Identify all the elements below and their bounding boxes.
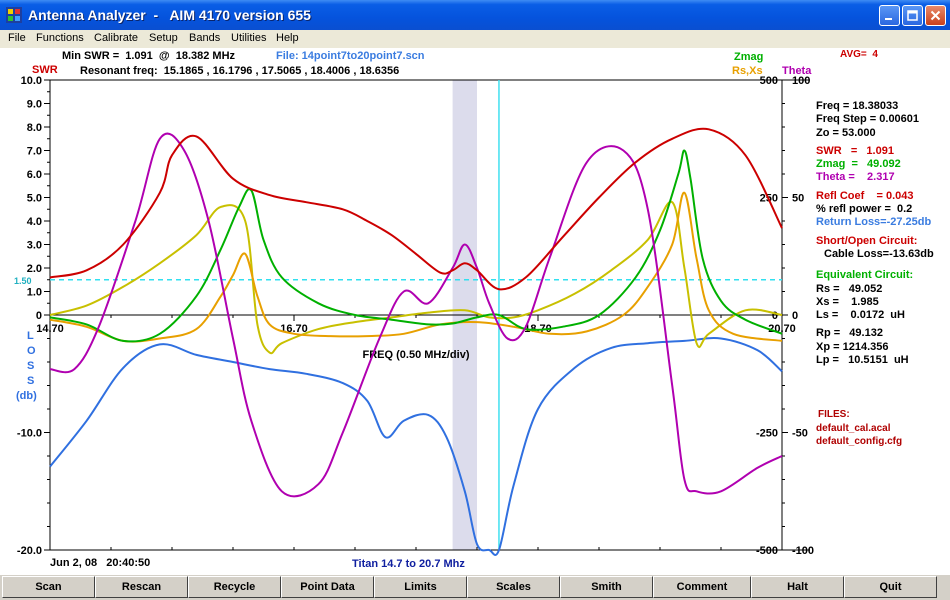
close-button[interactable] xyxy=(925,5,946,26)
point-data-button[interactable]: Point Data xyxy=(281,576,374,598)
scan-button[interactable]: Scan xyxy=(2,576,95,598)
limits-button[interactable]: Limits xyxy=(374,576,467,598)
menu-file[interactable]: File xyxy=(8,32,26,44)
menu-functions[interactable]: Functions xyxy=(36,32,84,44)
quit-button[interactable]: Quit xyxy=(844,576,937,598)
loss-tick-label: -10.0 xyxy=(17,428,42,440)
loss-axis-letter: O xyxy=(27,345,36,357)
menu-bar: File Functions Calibrate Setup Bands Uti… xyxy=(0,30,950,48)
window-title: Antenna Analyzer - AIM 4170 version 655 xyxy=(28,7,311,23)
freq-div-label: FREQ (0.50 MHz/div) xyxy=(363,349,470,361)
return-loss-curve xyxy=(49,337,783,557)
theta-tick-label: 100 xyxy=(792,75,810,87)
loss-tick-label: -20.0 xyxy=(17,545,42,557)
swr-tick-label: 9.0 xyxy=(27,99,42,111)
swr-tick-label: 1.0 xyxy=(27,287,42,299)
rescan-button[interactable]: Rescan xyxy=(95,576,188,598)
analyzer-chart[interactable]: 10.0 9.0 8.0 7.0 6.0 5.0 4.0 3.0 2.0 1.0 0 -10.0 -20… xyxy=(0,48,950,575)
swr-tick-label: 3.0 xyxy=(27,240,42,252)
swr-tick-label: 0 xyxy=(36,310,42,322)
swr-tick-label: 6.0 xyxy=(27,169,42,181)
swr-tick-label: 10.0 xyxy=(21,75,42,87)
theta-tick-label: -50 xyxy=(792,428,808,440)
swr-tick-label: 4.0 xyxy=(27,216,42,228)
menu-setup[interactable]: Setup xyxy=(149,32,178,44)
theta-tick-label: 0 xyxy=(792,310,798,322)
comment-button[interactable]: Comment xyxy=(653,576,751,598)
plot-area: Min SWR = 1.091 @ 18.382 MHz File: 14poi… xyxy=(0,48,950,575)
theta-tick-label: -100 xyxy=(792,545,814,557)
smith-button[interactable]: Smith xyxy=(560,576,653,598)
loss-axis-letter: L xyxy=(27,330,34,342)
swr-tick-label: 5.0 xyxy=(27,193,42,205)
loss-axis-letter: S xyxy=(27,360,34,372)
swr-tick-label: 7.0 xyxy=(27,146,42,158)
button-bar: Scan Rescan Recycle Point Data Limits Sc… xyxy=(0,575,950,600)
maximize-icon xyxy=(907,10,918,21)
swr-tick-label: 8.0 xyxy=(27,122,42,134)
close-icon xyxy=(930,10,941,21)
recycle-button[interactable]: Recycle xyxy=(188,576,281,598)
scales-button[interactable]: Scales xyxy=(467,576,560,598)
window-titlebar[interactable]: Antenna Analyzer - AIM 4170 version 655 xyxy=(0,0,950,30)
z-tick-label: -250 xyxy=(756,428,778,440)
loss-axis-letter: S xyxy=(27,375,34,387)
z-tick-label: 500 xyxy=(760,75,778,87)
theta-tick-label: 50 xyxy=(792,193,804,205)
z-tick-label: -500 xyxy=(756,545,778,557)
menu-bands[interactable]: Bands xyxy=(189,32,220,44)
halt-button[interactable]: Halt xyxy=(751,576,844,598)
maximize-button[interactable] xyxy=(902,5,923,26)
minimize-icon xyxy=(885,18,892,20)
rs-curve xyxy=(49,191,783,343)
swr-curve xyxy=(49,127,783,291)
freq-tick-label: 14.70 xyxy=(36,323,64,335)
minimize-button[interactable] xyxy=(879,5,900,26)
app-icon xyxy=(6,7,22,23)
menu-calibrate[interactable]: Calibrate xyxy=(94,32,138,44)
loss-axis-letter: (db) xyxy=(16,390,37,402)
swr-reference-label: 1.50 xyxy=(14,276,32,286)
menu-help[interactable]: Help xyxy=(276,32,299,44)
swr-tick-label: 2.0 xyxy=(27,263,42,275)
menu-utilities[interactable]: Utilities xyxy=(231,32,266,44)
